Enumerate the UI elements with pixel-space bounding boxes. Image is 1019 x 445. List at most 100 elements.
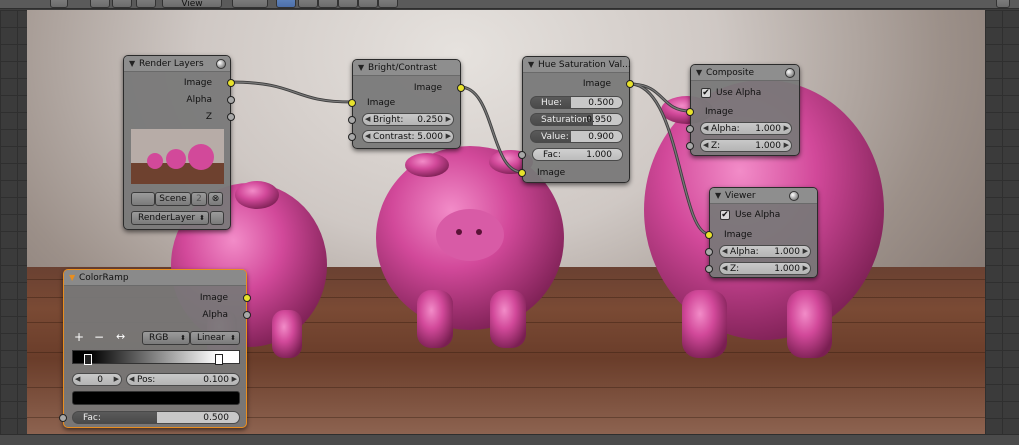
- contrast-label: Contrast:: [373, 132, 415, 142]
- collapse-icon[interactable]: ▼: [129, 59, 135, 68]
- input-socket-alpha[interactable]: [705, 248, 713, 256]
- node-title: Render Layers: [139, 59, 204, 69]
- node-title: Viewer: [725, 191, 756, 201]
- saturation-field[interactable]: Saturation: 0.950: [530, 113, 623, 126]
- link-render-to-bright: [228, 80, 354, 104]
- input-socket-contrast[interactable]: [348, 133, 356, 141]
- fac-field[interactable]: Fac: 1.000: [532, 148, 623, 161]
- output-label-z: Z: [205, 112, 212, 122]
- render-layer-camera-icon[interactable]: [210, 211, 224, 225]
- fac-field[interactable]: Fac: 0.500: [72, 411, 240, 424]
- render-layers-node[interactable]: ▼ Render Layers Image Alpha Z Scene 2 ⊗ …: [123, 55, 235, 230]
- input-socket-image[interactable]: [705, 231, 713, 239]
- output-label-image: Image: [199, 293, 228, 303]
- input-socket-alpha[interactable]: [686, 125, 694, 133]
- value-label: Value:: [541, 132, 569, 142]
- alpha-label: Alpha:: [711, 124, 740, 134]
- contrast-field[interactable]: ◀ Contrast: 5.000 ▶: [362, 130, 454, 143]
- value-field[interactable]: Value: 0.900: [530, 130, 623, 143]
- input-socket-fac[interactable]: [59, 414, 67, 422]
- z-field[interactable]: ◀ Z: 1.000 ▶: [719, 262, 811, 275]
- preview-sphere-icon[interactable]: [785, 68, 795, 78]
- output-label-image: Image: [582, 79, 611, 89]
- alpha-label: Alpha:: [730, 247, 759, 257]
- color-mode-select[interactable]: RGB ⬍: [142, 331, 190, 345]
- color-stop-black[interactable]: [84, 354, 92, 365]
- input-socket-z[interactable]: [705, 265, 713, 273]
- hue-saturation-value-node[interactable]: ▼ Hue Saturation Val... Image Hue: 0.500…: [518, 56, 634, 183]
- alpha-field[interactable]: ◀ Alpha: 1.000 ▶: [719, 245, 811, 258]
- input-socket-fac[interactable]: [518, 151, 526, 159]
- node-header[interactable]: ▼ Render Layers: [124, 56, 230, 72]
- flip-ramp-button[interactable]: ↔: [116, 330, 125, 343]
- collapse-icon[interactable]: ▼: [69, 273, 75, 282]
- input-socket-bright[interactable]: [348, 116, 356, 124]
- fac-value: 1.000: [586, 150, 612, 160]
- interpolation-label: Linear: [197, 333, 225, 343]
- remove-stop-button[interactable]: −: [94, 330, 104, 344]
- node-header[interactable]: ▼ Composite: [691, 65, 799, 81]
- preview-sphere-icon[interactable]: [789, 191, 799, 201]
- hue-label: Hue:: [541, 98, 563, 108]
- viewer-node[interactable]: ▼ Viewer ✔ Use Alpha Image ◀ Alpha: 1.000 ▶…: [705, 187, 818, 278]
- node-header[interactable]: ▼ Bright/Contrast: [353, 60, 460, 76]
- link-bright-to-hue: [458, 85, 524, 174]
- node-title: ColorRamp: [79, 273, 129, 283]
- collapse-icon[interactable]: ▼: [715, 191, 721, 200]
- scene-clear-icon[interactable]: ⊗: [208, 192, 223, 206]
- output-socket-image[interactable]: [243, 294, 251, 302]
- alpha-field[interactable]: ◀ Alpha: 1.000 ▶: [700, 122, 792, 135]
- input-label-image: Image: [705, 107, 734, 117]
- composite-node[interactable]: ▼ Composite ✔ Use Alpha Image ◀ Alpha: 1.0…: [686, 64, 800, 156]
- bright-value: 0.250: [417, 115, 443, 125]
- bright-label: Bright:: [373, 115, 404, 125]
- node-header[interactable]: ▼ Hue Saturation Val...: [523, 57, 631, 73]
- interpolation-select[interactable]: Linear ⬍: [190, 331, 240, 345]
- add-stop-button[interactable]: +: [74, 330, 84, 344]
- z-field[interactable]: ◀ Z: 1.000 ▶: [700, 139, 792, 152]
- stop-index-field[interactable]: ◀ 0 ▶: [72, 373, 122, 386]
- node-header[interactable]: ▼ ColorRamp: [64, 270, 246, 286]
- output-socket-image[interactable]: [227, 79, 235, 87]
- output-socket-alpha[interactable]: [243, 311, 251, 319]
- hue-value: 0.500: [588, 98, 614, 108]
- bright-contrast-node[interactable]: ▼ Bright/Contrast Image Image ◀ Bright: 0.…: [348, 59, 465, 149]
- output-socket-alpha[interactable]: [227, 96, 235, 104]
- use-alpha-checkbox[interactable]: ✔: [701, 88, 711, 98]
- fac-value: 0.500: [203, 413, 229, 423]
- color-ramp-node[interactable]: ▼ ColorRamp Image Alpha + − ↔ RGB ⬍ Linea…: [59, 269, 251, 428]
- hue-field[interactable]: Hue: 0.500: [530, 96, 623, 109]
- bright-field[interactable]: ◀ Bright: 0.250 ▶: [362, 113, 454, 126]
- stop-index-value: 0: [97, 375, 103, 385]
- input-socket-image[interactable]: [348, 99, 356, 107]
- pos-field[interactable]: ◀ Pos: 0.100 ▶: [126, 373, 240, 386]
- render-layer-select[interactable]: RenderLayer ⬍: [131, 211, 209, 225]
- input-label-image: Image: [724, 230, 753, 240]
- preview-sphere-icon[interactable]: [216, 59, 226, 69]
- output-socket-z[interactable]: [227, 113, 235, 121]
- use-alpha-checkbox[interactable]: ✔: [720, 210, 730, 220]
- node-header[interactable]: ▼ Viewer: [710, 188, 817, 204]
- input-socket-image[interactable]: [518, 169, 526, 177]
- z-label: Z:: [730, 264, 740, 274]
- collapse-icon[interactable]: ▼: [528, 60, 534, 69]
- output-socket-image[interactable]: [626, 80, 634, 88]
- scene-browse-icon[interactable]: [131, 192, 155, 206]
- scene-field[interactable]: Scene: [155, 192, 191, 206]
- saturation-label: Saturation:: [541, 115, 591, 125]
- render-layer-label: RenderLayer: [138, 213, 196, 223]
- stop-color-swatch[interactable]: [72, 391, 240, 405]
- value-value: 0.900: [588, 132, 614, 142]
- node-title: Composite: [706, 68, 755, 78]
- render-preview-thumbnail: [131, 129, 224, 184]
- use-alpha-label: Use Alpha: [716, 88, 762, 98]
- input-socket-image[interactable]: [686, 108, 694, 116]
- color-stop-white[interactable]: [215, 354, 223, 365]
- input-socket-z[interactable]: [686, 142, 694, 150]
- output-socket-image[interactable]: [457, 84, 465, 92]
- color-mode-label: RGB: [149, 333, 169, 343]
- scene-users-count[interactable]: 2: [191, 192, 207, 206]
- collapse-icon[interactable]: ▼: [358, 63, 364, 72]
- z-label: Z:: [711, 141, 721, 151]
- collapse-icon[interactable]: ▼: [696, 68, 702, 77]
